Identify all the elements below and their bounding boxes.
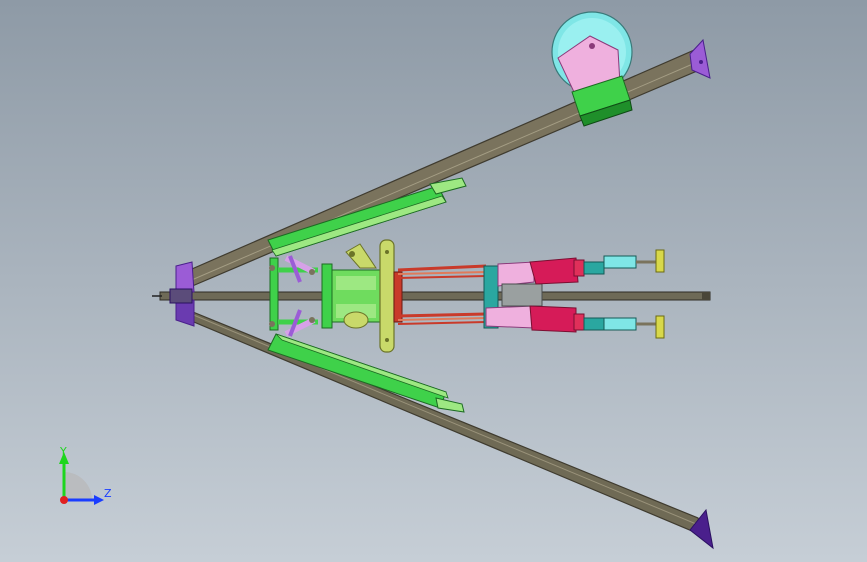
triad-z-label: Z [104, 487, 112, 500]
viewport-background [0, 0, 867, 562]
triad-y-label: Y [59, 445, 67, 458]
cad-model-canvas[interactable]: Y Z [0, 0, 867, 562]
cad-viewport[interactable]: Y Z [0, 0, 867, 562]
center-rod[interactable] [152, 291, 711, 301]
